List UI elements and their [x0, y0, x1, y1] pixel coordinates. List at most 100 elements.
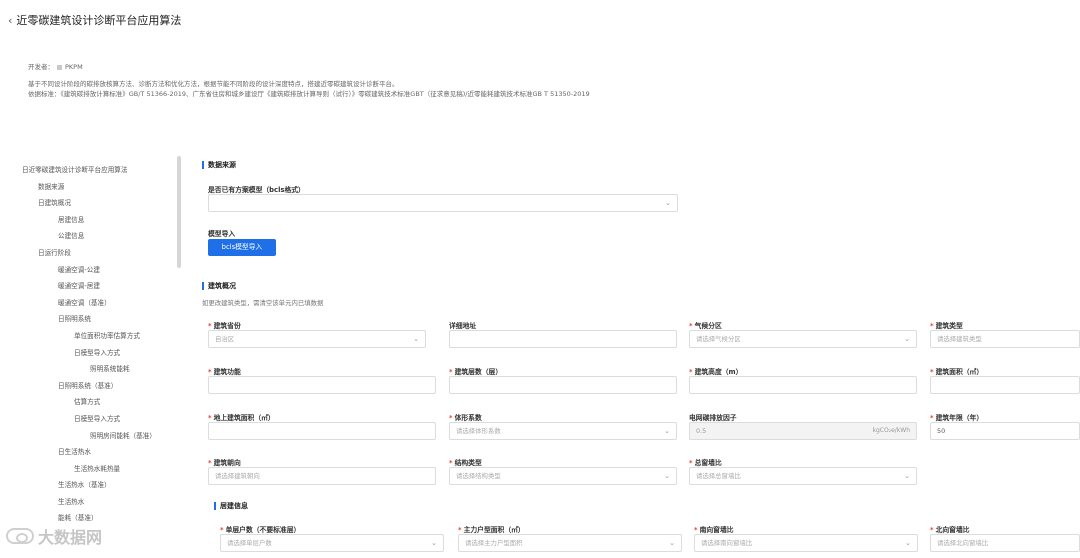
- structure-placeholder: 请选择结构类型: [456, 472, 501, 480]
- life-value: 50: [937, 427, 946, 435]
- north-wwr-label: * 北向窗墙比: [930, 526, 970, 534]
- overview-hint: 如更改建筑类型，需清空该单元内已填数据: [202, 299, 324, 307]
- chevron-down-icon: ⌄: [669, 539, 675, 547]
- chevron-down-icon: ⌄: [664, 427, 670, 435]
- intro-description-2: 依据标准：《建筑碳排放计算标准》GB/T 51366-2019、广东省住房和城乡…: [28, 90, 590, 98]
- ground-area-label: * 地上建筑面积（㎡）: [208, 414, 275, 422]
- height-input[interactable]: [689, 376, 917, 394]
- tree-item-hot-water[interactable]: 日生活热水: [0, 444, 178, 461]
- chevron-down-icon: ⌄: [904, 472, 910, 480]
- developer-name: PKPM: [65, 63, 83, 71]
- north-wwr-placeholder: 请选择北向窗墙比: [937, 539, 989, 547]
- tree-item-unit-power[interactable]: 单位面积功率估算方式: [0, 328, 178, 345]
- page: ‹ 近零碳建筑设计诊断平台应用算法 开发者： PKPM 基于不同设计阶段的碳排放…: [0, 0, 1080, 558]
- watermark: 大数据网: [6, 524, 102, 548]
- tree-item-hot-water-2[interactable]: 生活热水: [0, 494, 178, 511]
- overview-title: 建筑概况: [202, 282, 236, 290]
- tree-item-model-import-2[interactable]: 日模型导入方式: [0, 411, 178, 428]
- chevron-down-icon: ⌄: [665, 199, 671, 207]
- units-placeholder: 请选择单层户数: [227, 539, 272, 547]
- tree-item-root[interactable]: 日近零碳建筑设计诊断平台应用算法: [0, 162, 178, 179]
- height-label: * 建筑高度（m）: [689, 368, 743, 376]
- tree-item-hot-water-heat[interactable]: 生活热水耗热量: [0, 461, 178, 478]
- address-input[interactable]: [449, 330, 677, 348]
- tree-item-estimate[interactable]: 估算方式: [0, 394, 178, 411]
- tree-item-lighting-baseline[interactable]: 日照明系统（基准）: [0, 378, 178, 395]
- tree-item-data-source[interactable]: 数据来源: [0, 179, 178, 196]
- back-arrow-icon[interactable]: ‹: [8, 14, 12, 27]
- residential-title: 居建信息: [214, 502, 248, 510]
- climate-label: * 气候分区: [689, 322, 722, 330]
- chevron-down-icon: ⌄: [904, 335, 910, 343]
- developer-logo-icon: [57, 64, 62, 70]
- main-area-select[interactable]: 请选择主力户型面积 ⌄: [458, 534, 682, 552]
- building-type-label: * 建筑类型: [930, 322, 963, 330]
- climate-select[interactable]: 请选择气候分区 ⌄: [689, 330, 917, 348]
- units-select[interactable]: 请选择单层户数 ⌄: [220, 534, 444, 552]
- north-wwr-select[interactable]: 请选择北向窗墙比: [930, 534, 1080, 552]
- model-import-label: 模型导入: [208, 230, 236, 238]
- floors-input[interactable]: [449, 376, 677, 394]
- area-label: * 建筑面积（㎡）: [930, 368, 984, 376]
- tree-item-residential[interactable]: 居建信息: [0, 212, 178, 229]
- page-title: 近零碳建筑设计诊断平台应用算法: [16, 14, 182, 27]
- grid-factor-value: 0.5: [696, 427, 707, 435]
- wwr-select[interactable]: 请选择总窗墙比 ⌄: [689, 467, 917, 485]
- tree-item-public[interactable]: 公建信息: [0, 228, 178, 245]
- chevron-down-icon: ⌄: [664, 472, 670, 480]
- developer-label: 开发者：: [28, 63, 54, 71]
- area-input[interactable]: [930, 376, 1080, 394]
- grid-factor-unit: kgCO₂e/kWh: [872, 427, 910, 434]
- building-type-select[interactable]: 请选择建筑类型: [930, 330, 1080, 348]
- watermark-logo-icon: [6, 528, 34, 544]
- chevron-down-icon: ⌄: [413, 335, 419, 343]
- structure-select[interactable]: 请选择结构类型 ⌄: [449, 467, 677, 485]
- chevron-down-icon: ⌄: [905, 539, 911, 547]
- life-input[interactable]: 50: [930, 422, 1080, 440]
- tree-item-hvac-baseline[interactable]: 暖通空调（基准）: [0, 295, 178, 312]
- has-model-label: 是否已有方案模型（bcls格式）: [208, 186, 305, 194]
- orientation-placeholder: 请选择建筑朝向: [215, 472, 260, 480]
- tree-item-hvac-residential[interactable]: 暖通空调-居建: [0, 278, 178, 295]
- province-select[interactable]: 自治区 ⌄: [208, 330, 426, 348]
- floors-label: * 建筑层数（层）: [449, 368, 503, 376]
- main-area-label: * 主力户型面积（㎡）: [458, 526, 525, 534]
- tree-item-hot-water-baseline[interactable]: 生活热水（基准）: [0, 477, 178, 494]
- function-input[interactable]: [208, 376, 436, 394]
- south-wwr-label: * 南向窗墙比: [694, 526, 734, 534]
- south-wwr-placeholder: 请选择南向窗墙比: [701, 539, 753, 547]
- province-value: 自治区: [215, 335, 235, 343]
- units-label: * 单层户数（不要标准层）: [220, 526, 301, 534]
- grid-factor-label: 电网碳排放因子: [689, 414, 737, 422]
- orientation-label: * 建筑朝向: [208, 459, 241, 467]
- province-label: * 建筑省份: [208, 322, 241, 330]
- main-area-placeholder: 请选择主力户型面积: [465, 539, 523, 547]
- shape-select[interactable]: 请选择体形系数 ⌄: [449, 422, 677, 440]
- life-label: * 建筑年限（年）: [930, 414, 984, 422]
- tree-item-lighting-energy[interactable]: 照明系统能耗: [0, 361, 178, 378]
- tree-item-overview[interactable]: 日建筑概况: [0, 195, 178, 212]
- ground-area-input[interactable]: [208, 422, 436, 440]
- data-source-title: 数据来源: [202, 161, 236, 169]
- tree-item-hvac-public[interactable]: 暖通空调-公建: [0, 262, 178, 279]
- wwr-label: * 总窗墙比: [689, 459, 722, 467]
- navigation-tree: 日近零碳建筑设计诊断平台应用算法 数据来源 日建筑概况 居建信息 公建信息 日运…: [0, 162, 178, 558]
- has-model-select[interactable]: ⌄: [208, 194, 678, 212]
- grid-factor-input: 0.5 kgCO₂e/kWh: [689, 422, 917, 440]
- tree-item-lighting[interactable]: 日照明系统: [0, 311, 178, 328]
- tree-item-room-energy[interactable]: 照明房间能耗（基准）: [0, 428, 178, 445]
- bcls-import-button[interactable]: bcls模型导入: [208, 239, 276, 256]
- page-header: ‹ 近零碳建筑设计诊断平台应用算法: [8, 12, 181, 28]
- intro-description-1: 基于不同设计阶段的碳排放核算方法、诊断方法和优化方法，根据节能不同阶段的设计深度…: [28, 80, 399, 88]
- tree-item-operation[interactable]: 日运行阶段: [0, 245, 178, 262]
- intro-section: 开发者： PKPM 基于不同设计阶段的碳排放核算方法、诊断方法和优化方法，根据节…: [28, 62, 590, 99]
- watermark-text: 大数据网: [38, 528, 103, 547]
- orientation-select[interactable]: 请选择建筑朝向: [208, 467, 436, 485]
- tree-scrollbar[interactable]: [177, 156, 181, 268]
- south-wwr-select[interactable]: 请选择南向窗墙比 ⌄: [694, 534, 918, 552]
- shape-placeholder: 请选择体形系数: [456, 427, 501, 435]
- wwr-placeholder: 请选择总窗墙比: [696, 472, 741, 480]
- form-main: 数据来源 是否已有方案模型（bcls格式） ⌄ 模型导入 bcls模型导入 建筑…: [200, 156, 1080, 558]
- chevron-down-icon: ⌄: [431, 539, 437, 547]
- tree-item-model-import[interactable]: 日模型导入方式: [0, 345, 178, 362]
